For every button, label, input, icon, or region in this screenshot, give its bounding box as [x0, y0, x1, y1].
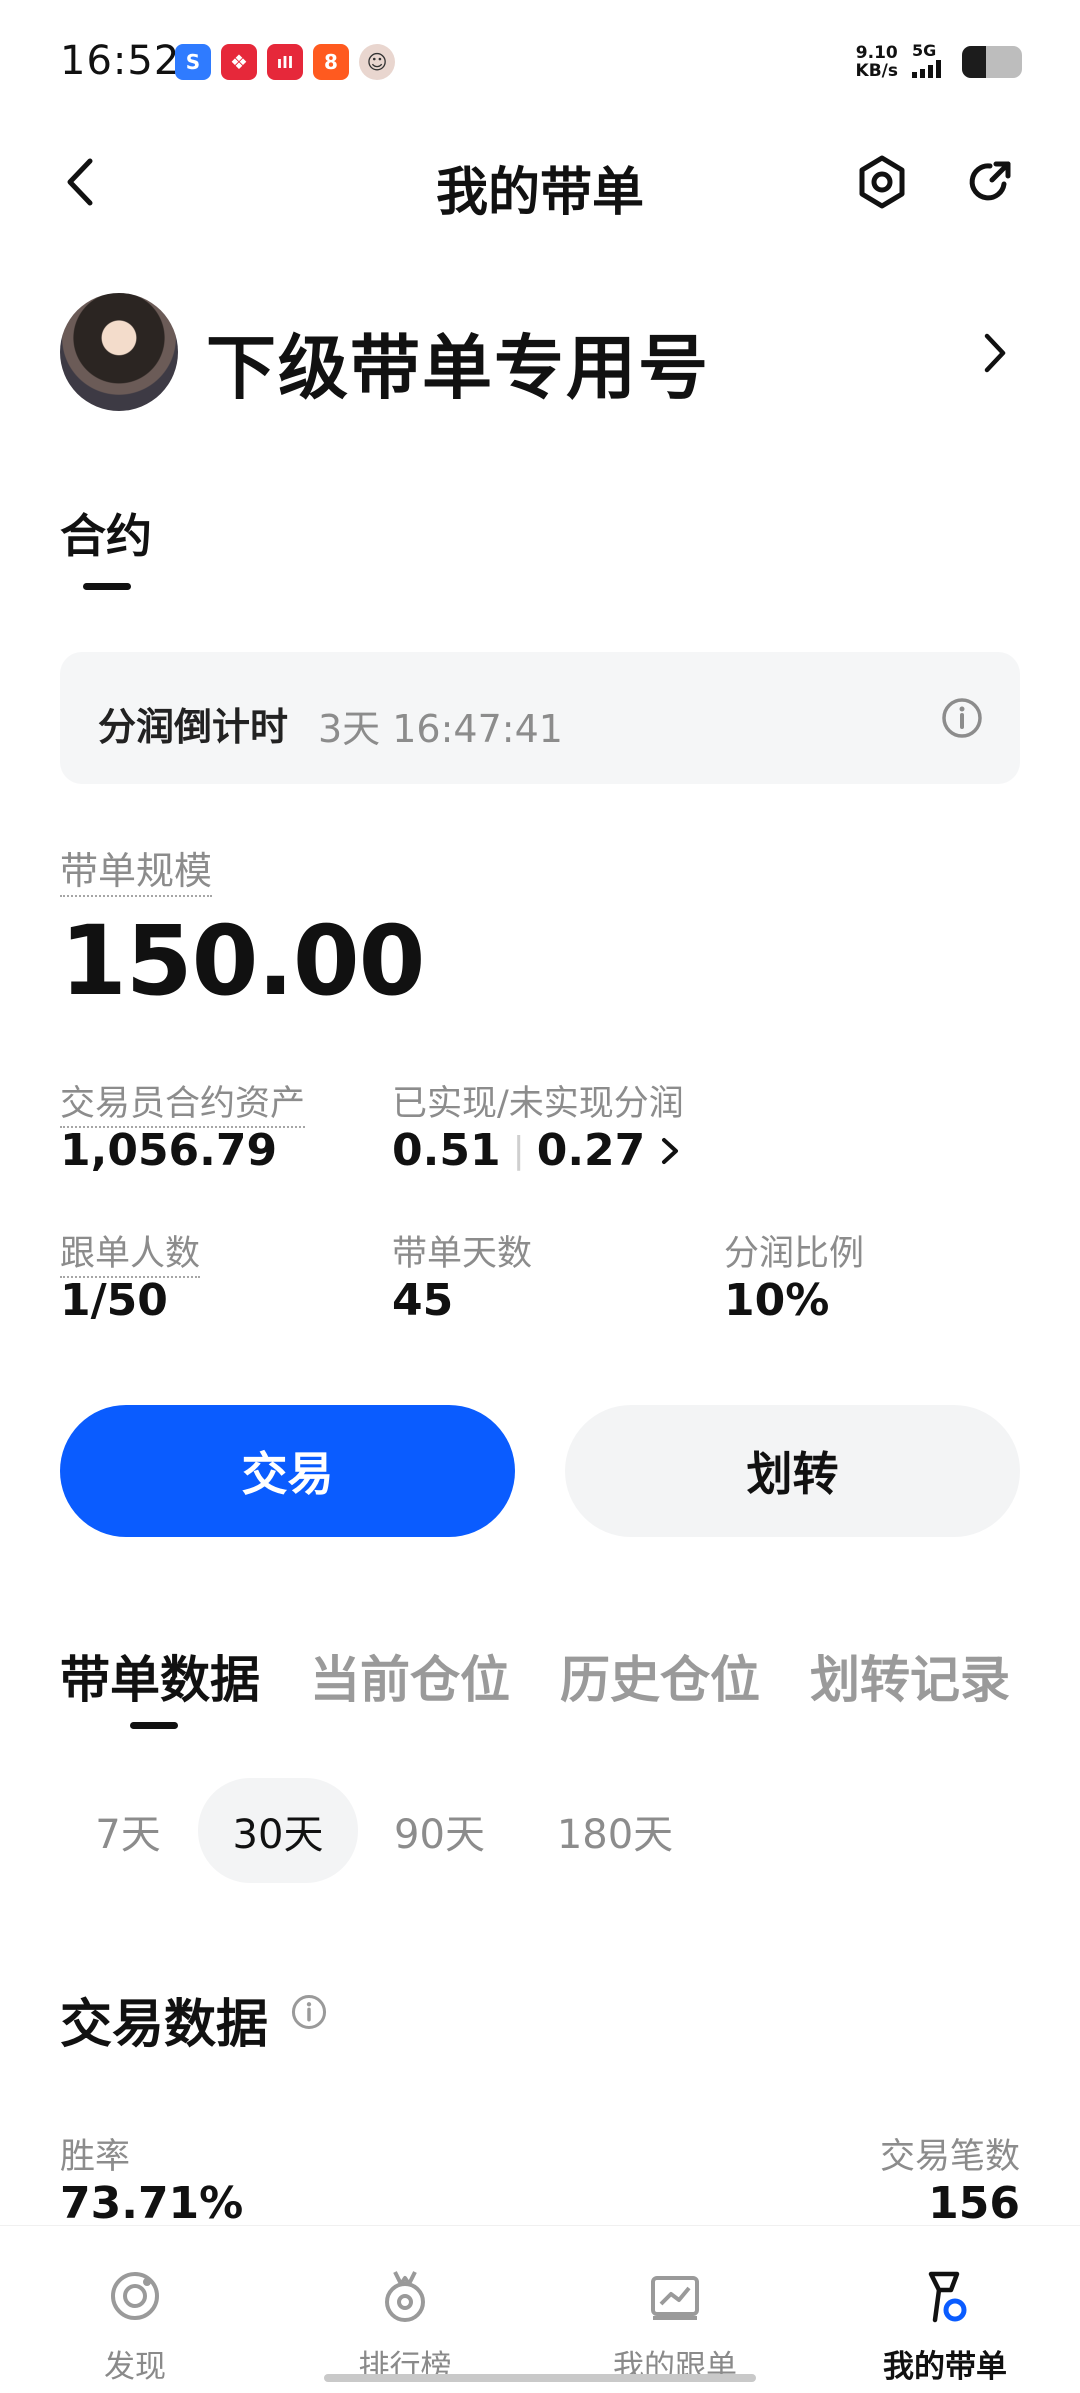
profit-realized: 0.51 [392, 1125, 501, 1176]
app-icon-5: ☺ [359, 44, 395, 80]
days-value: 45 [392, 1275, 454, 1326]
app-icon-1: S [175, 44, 211, 80]
ratio-value: 10% [724, 1275, 830, 1326]
app-icon-4: 8 [313, 44, 349, 80]
status-right: 9.10 KB/s 5G [856, 42, 1022, 82]
transfer-button[interactable]: 划转 [565, 1405, 1020, 1537]
period-30d[interactable]: 30天 [198, 1778, 358, 1883]
status-app-icons: S ❖ ıll 8 ☺ [175, 44, 395, 80]
profit-share-countdown: 分润倒计时 3天 16:47:41 [60, 652, 1020, 784]
countdown-label: 分润倒计时 [98, 705, 289, 749]
bottom-nav: 发现 排行榜 我的跟单 我的带单 [0, 2225, 1080, 2393]
tab-lead-data[interactable]: 带单数据 [60, 1640, 260, 1712]
days-label: 带单天数 [392, 1234, 533, 1274]
share-icon[interactable] [960, 152, 1020, 212]
battery-icon [962, 46, 1022, 78]
profit-label: 已实现/未实现分润 [392, 1084, 684, 1124]
ratio-label: 分润比例 [724, 1234, 865, 1274]
home-indicator[interactable] [324, 2374, 756, 2382]
scale-value: 150.00 [60, 905, 425, 1017]
trader-name[interactable]: 下级带单专用号 [206, 312, 710, 413]
nav-leaderboard[interactable]: 排行榜 [270, 2226, 540, 2393]
data-tabs: 带单数据 当前仓位 历史仓位 划转记录 [60, 1640, 1010, 1712]
period-180d[interactable]: 180天 [525, 1778, 705, 1883]
followers-label[interactable]: 跟单人数 [60, 1225, 201, 1278]
scale-label[interactable]: 带单规模 [60, 840, 213, 897]
app-icon-2: ❖ [221, 44, 257, 80]
period-90d[interactable]: 90天 [362, 1778, 517, 1883]
tab-history-positions[interactable]: 历史仓位 [560, 1640, 760, 1712]
net-speed: 9.10 KB/s [855, 43, 898, 81]
profit-unrealized: 0.27 [536, 1125, 646, 1176]
tab-transfer-records[interactable]: 划转记录 [810, 1640, 1010, 1712]
lead-trading-icon [928, 2271, 967, 2323]
signal-bars-icon [912, 60, 941, 78]
page-title: 我的带单 [435, 163, 644, 223]
discover-icon [111, 2272, 159, 2320]
trade-data-title: 交易数据 [60, 1995, 269, 2055]
win-rate-label: 胜率 [60, 2137, 131, 2177]
profit-values[interactable]: 0.51 | 0.27 [392, 1125, 685, 1176]
info-icon[interactable] [940, 696, 984, 744]
trade-count-value: 156 [928, 2178, 1020, 2229]
countdown-value: 3天 16:47:41 [318, 707, 563, 751]
avatar[interactable] [60, 293, 178, 411]
chevron-right-icon [662, 1137, 679, 1164]
trade-button[interactable]: 交易 [60, 1405, 515, 1537]
assets-label[interactable]: 交易员合约资产 [60, 1075, 306, 1128]
info-icon[interactable] [290, 1993, 328, 2035]
nav-my-lead-trades[interactable]: 我的带单 [810, 2226, 1080, 2393]
copy-trading-icon [651, 2276, 699, 2320]
nav-my-copy-trades[interactable]: 我的跟单 [540, 2226, 810, 2393]
signal-indicator: 5G [912, 42, 948, 82]
period-7d[interactable]: 7天 [68, 1778, 188, 1883]
assets-value: 1,056.79 [60, 1125, 278, 1176]
trade-count-label: 交易笔数 [879, 2137, 1020, 2177]
settings-icon[interactable] [852, 152, 912, 212]
leaderboard-icon [385, 2271, 425, 2322]
tab-active-indicator [130, 1722, 178, 1729]
status-time: 16:52 [60, 38, 181, 84]
tab-contract-indicator [83, 583, 131, 590]
win-rate-value: 73.71% [60, 2178, 244, 2229]
nav-discover[interactable]: 发现 [0, 2226, 270, 2393]
tab-contract[interactable]: 合约 [60, 500, 152, 566]
tab-current-positions[interactable]: 当前仓位 [310, 1640, 510, 1712]
followers-value: 1/50 [60, 1275, 168, 1326]
app-icon-3: ıll [267, 44, 303, 80]
chevron-right-icon[interactable] [975, 328, 1015, 378]
